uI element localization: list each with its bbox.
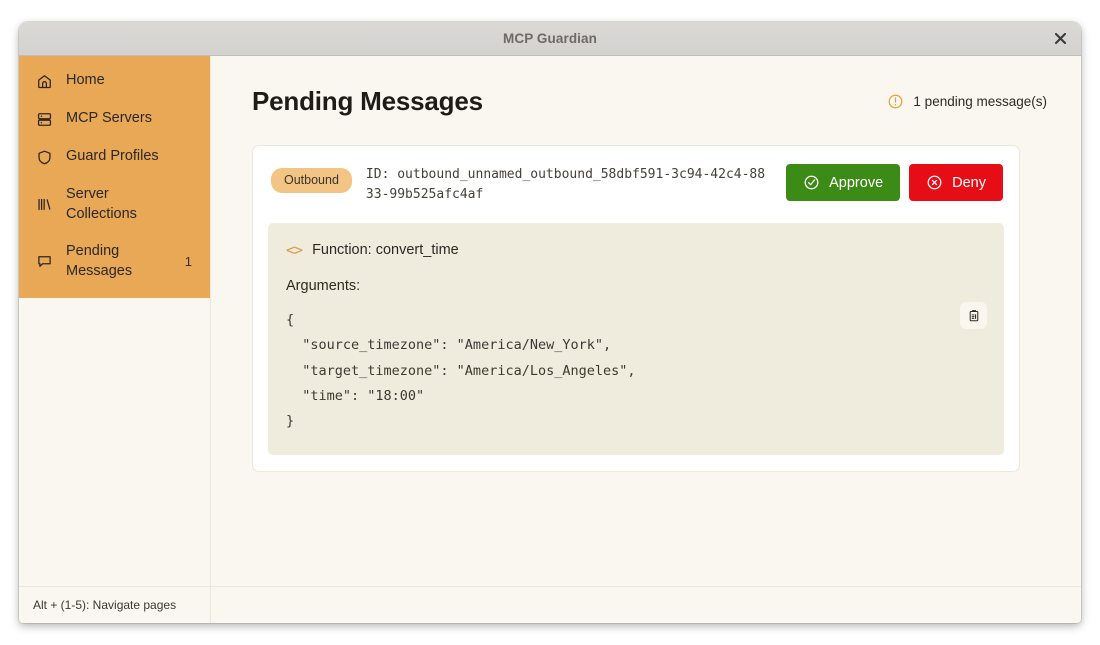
deny-button-label: Deny <box>952 174 986 191</box>
direction-badge: Outbound <box>271 168 352 193</box>
function-name: Function: convert_time <box>312 242 459 259</box>
sidebar: Home MCP Servers Guard Profiles Server C… <box>19 56 211 586</box>
app-window: MCP Guardian Home MCP Servers Guard Prof… <box>19 22 1081 623</box>
sidebar-item-server-collections[interactable]: Server Collections <box>19 176 210 233</box>
message-payload-block: <> Function: convert_time Arguments: { "… <box>268 223 1004 455</box>
sidebar-item-label: Server Collections <box>66 186 137 222</box>
deny-button[interactable]: Deny <box>909 164 1003 201</box>
code-brackets-icon: <> <box>286 241 303 260</box>
sidebar-item-label: Pending Messages <box>66 243 133 279</box>
sidebar-item-label: Home <box>66 72 105 89</box>
x-circle-icon <box>926 174 943 191</box>
home-icon <box>35 72 53 90</box>
sidebar-item-badge: 1 <box>184 254 192 270</box>
window-title: MCP Guardian <box>503 31 597 46</box>
status-badge: 1 pending message(s) <box>887 93 1047 110</box>
arguments-json: { "source_timezone": "America/New_York",… <box>286 312 636 429</box>
server-icon <box>35 110 53 128</box>
clipboard-icon[interactable] <box>960 302 987 330</box>
message-id: ID: outbound_unnamed_outbound_58dbf591-3… <box>365 167 766 203</box>
alert-circle-icon <box>887 93 904 110</box>
close-icon[interactable] <box>1047 26 1073 52</box>
message-actions: Approve Deny <box>786 163 1003 201</box>
approve-button[interactable]: Approve <box>786 164 901 201</box>
sidebar-item-mcp-servers[interactable]: MCP Servers <box>19 100 210 138</box>
page-header: Pending Messages 1 pending message(s) <box>252 86 1047 117</box>
shield-icon <box>35 148 53 166</box>
close-glyph <box>1054 33 1066 44</box>
title-bar: MCP Guardian <box>19 22 1081 56</box>
footer-hint-container: Alt + (1-5): Navigate pages <box>19 587 211 623</box>
sidebar-item-label: Guard Profiles <box>66 148 159 165</box>
page-title: Pending Messages <box>252 86 483 116</box>
window-body: Home MCP Servers Guard Profiles Server C… <box>19 56 1081 586</box>
main-content: Pending Messages 1 pending message(s) Ou… <box>211 56 1081 586</box>
pending-message-card: Outbound ID: outbound_unnamed_outbound_5… <box>252 145 1020 472</box>
sidebar-item-home[interactable]: Home <box>19 62 210 100</box>
message-icon <box>35 253 53 271</box>
sidebar-nav: Home MCP Servers Guard Profiles Server C… <box>19 56 210 299</box>
function-row: <> Function: convert_time <box>286 241 984 259</box>
sidebar-item-label: MCP Servers <box>66 110 152 127</box>
arguments-label: Arguments: <box>286 278 361 295</box>
collections-icon <box>35 196 53 214</box>
message-card-header: Outbound ID: outbound_unnamed_outbound_5… <box>268 163 1004 205</box>
status-text: 1 pending message(s) <box>913 94 1047 109</box>
sidebar-item-pending-messages[interactable]: Pending Messages 1 <box>19 233 210 291</box>
approve-button-label: Approve <box>829 174 884 191</box>
keyboard-hint: Alt + (1-5): Navigate pages <box>33 598 177 612</box>
sidebar-item-guard-profiles[interactable]: Guard Profiles <box>19 138 210 176</box>
footer-bar: Alt + (1-5): Navigate pages <box>19 586 1081 623</box>
check-circle-icon <box>803 174 820 191</box>
